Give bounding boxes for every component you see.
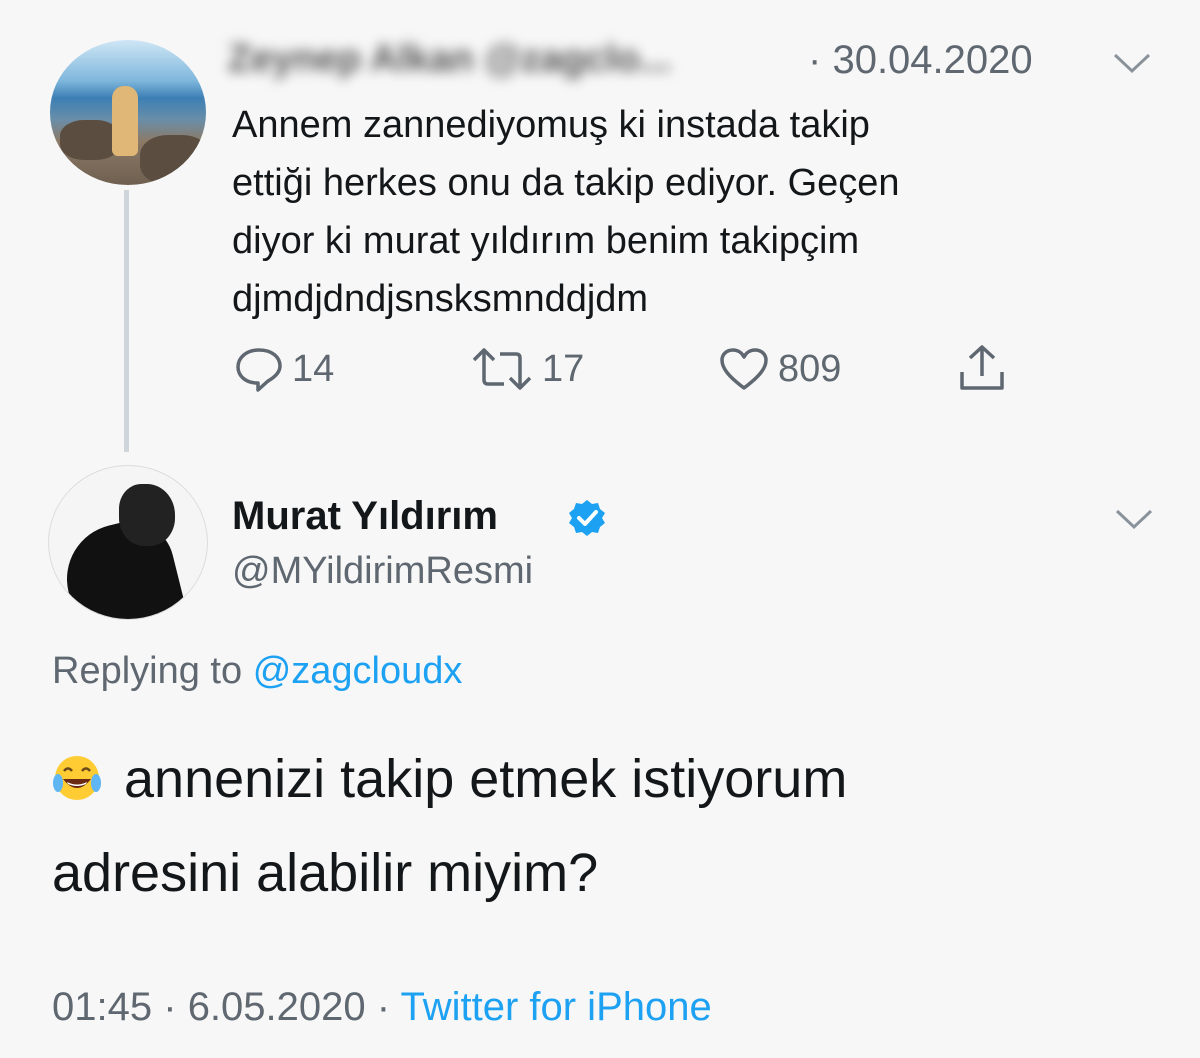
like-action[interactable]: 809	[718, 346, 841, 392]
replying-to: Replying to @zagcloudx	[52, 650, 462, 693]
reply-author-name[interactable]: Murat Yıldırım	[232, 494, 498, 539]
thread-connector-line	[124, 190, 129, 452]
reply-author-avatar[interactable]	[48, 465, 208, 620]
tears-of-joy-emoji-icon	[52, 738, 102, 800]
reply-time[interactable]: 01:45	[52, 985, 152, 1029]
reply-meta: 01:45 · 6.05.2020 · Twitter for iPhone	[52, 985, 712, 1030]
reply-text-line: annenizi takip etmek istiyorum	[52, 732, 1152, 826]
reply-count: 14	[292, 347, 335, 390]
reply-text-line1: annenizi takip etmek istiyorum	[124, 749, 848, 809]
meta-separator: ·	[163, 985, 177, 1029]
retweet-count: 17	[542, 347, 585, 390]
tweet-source-link[interactable]: Twitter for iPhone	[400, 985, 711, 1029]
parent-author-name-blurred[interactable]: Zeynep Alkan @zagclo...	[228, 38, 788, 82]
parent-tweet-line: djmdjdndjsnsksmnddjdm	[232, 278, 649, 320]
chevron-down-icon[interactable]	[1112, 52, 1152, 74]
parent-tweet-line: ettiği herkes onu da takip ediyor. Geçen	[232, 162, 900, 204]
parent-author-avatar[interactable]	[50, 40, 206, 185]
heart-icon	[720, 348, 768, 390]
parent-tweet-text: Annem zannediyomuş ki instada takip etti…	[232, 96, 1132, 328]
retweet-icon	[472, 348, 532, 390]
verified-badge-icon	[567, 498, 607, 543]
reply-date[interactable]: 6.05.2020	[188, 985, 366, 1029]
reply-text-line2: adresini alabilir miyim?	[52, 843, 599, 903]
meta-separator: ·	[376, 985, 391, 1029]
chevron-down-icon[interactable]	[1114, 508, 1154, 530]
parent-date-value: 30.04.2020	[832, 38, 1033, 82]
replying-prefix: Replying to	[52, 650, 243, 692]
share-icon	[960, 345, 1004, 390]
like-count: 809	[778, 347, 842, 390]
parent-tweet-line: Annem zannediyomuş ki instada takip	[232, 104, 870, 146]
date-separator: ·	[808, 38, 822, 82]
reply-action[interactable]: 14	[234, 346, 334, 392]
retweet-action[interactable]: 17	[470, 346, 584, 392]
reply-author-handle[interactable]: @MYildirimResmi	[232, 550, 533, 593]
replying-to-mention-link[interactable]: @zagcloudx	[253, 650, 463, 692]
reply-tweet-text: annenizi takip etmek istiyorum adresini …	[52, 732, 1152, 920]
share-action[interactable]	[956, 344, 1008, 394]
reply-icon	[236, 348, 282, 392]
parent-tweet-date[interactable]: · 30.04.2020	[808, 38, 1033, 83]
parent-tweet-line: diyor ki murat yıldırım benim takipçim	[232, 220, 860, 262]
